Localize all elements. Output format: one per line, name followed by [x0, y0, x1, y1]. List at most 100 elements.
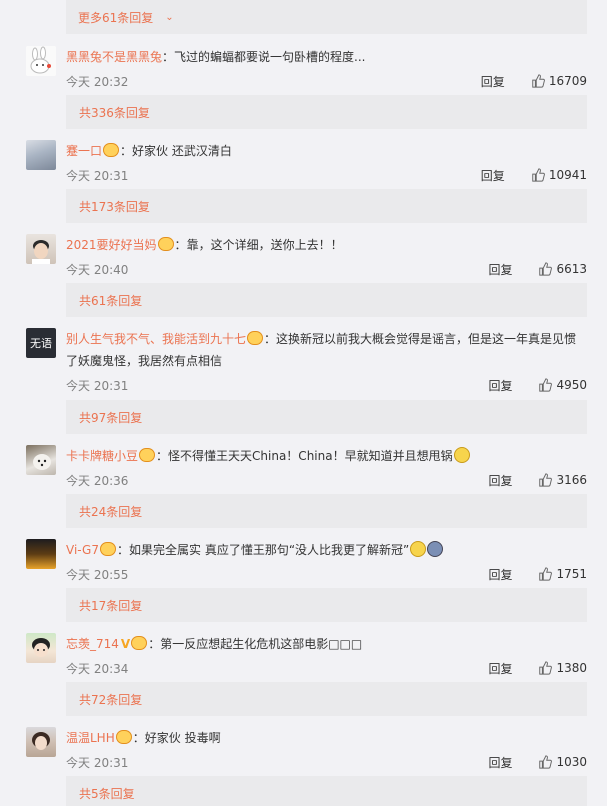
sub-replies-link[interactable]: 共17条回复 [66, 588, 587, 622]
comment-time: 今天 20:31 [66, 168, 129, 183]
comment-username[interactable]: 忘羡_714 [66, 637, 119, 651]
like-count: 3166 [556, 473, 587, 487]
reply-button[interactable]: 回复 [481, 167, 505, 184]
comment-time: 今天 20:36 [66, 473, 129, 488]
comment-content: Vi-G7 ：如果完全属实 真应了懂王那句“没人比我更了解新冠” [66, 539, 586, 561]
comment-time: 今天 20:31 [66, 755, 129, 770]
comment-text: 如果完全属实 真应了懂王那句“没人比我更了解新冠” [129, 543, 410, 557]
avatar[interactable]: 无语 [26, 328, 56, 358]
like-button[interactable]: 6613 [538, 262, 587, 276]
member-badge-icon [103, 143, 120, 157]
comment-separator: ： [148, 637, 161, 651]
comment-content: 2021要好好当妈 ：靠，这个详细，送你上去！！ [66, 234, 586, 256]
like-button[interactable]: 1030 [538, 755, 587, 769]
avatar[interactable] [26, 539, 56, 569]
comment-time: 今天 20:32 [66, 74, 129, 89]
comment-content: 温温LHH ：好家伙 投毒啊 [66, 727, 586, 749]
comment-text: 好家伙 投毒啊 [144, 731, 221, 745]
comment-item: 温温LHH ：好家伙 投毒啊 今天 20:31 回复 1030 共5条回复 [0, 717, 607, 806]
comment-username[interactable]: 温温LHH [66, 731, 115, 745]
like-button[interactable]: 1751 [538, 567, 587, 581]
comment-username[interactable]: 2021要好好当妈 [66, 238, 157, 252]
reply-button[interactable]: 回复 [488, 377, 512, 394]
sub-replies-link[interactable]: 共173条回复 [66, 189, 587, 223]
sub-replies-label: 共336条回复 [79, 105, 150, 120]
comment-text: 靠，这个详细，送你上去！！ [186, 238, 343, 252]
sub-replies-label: 共61条回复 [79, 293, 143, 308]
thumbs-up-icon [532, 168, 545, 182]
sub-replies-link[interactable]: 共24条回复 [66, 494, 587, 528]
comment-meta: 今天 20:36 回复 3166 [66, 469, 587, 491]
reply-button[interactable]: 回复 [481, 73, 505, 90]
comment-text: 飞过的蝙蝠都要说一句卧槽的程度... [174, 50, 366, 64]
like-button[interactable]: 10941 [531, 168, 587, 182]
comment-username[interactable]: 黑黑兔不是黑黑兔 [66, 50, 162, 64]
sub-replies-link[interactable]: 共61条回复 [66, 283, 587, 317]
avatar[interactable] [26, 234, 56, 264]
like-count: 4950 [556, 378, 587, 392]
comment-separator: ： [132, 731, 145, 745]
comment-item: 蹇一口 ：好家伙 还武汉清白 今天 20:31 回复 10941 共173条回复 [0, 130, 607, 224]
like-button[interactable]: 4950 [538, 378, 587, 392]
like-button[interactable]: 3166 [538, 473, 587, 487]
comment-separator: ： [156, 449, 169, 463]
comment-text: 怪不得懂王天天China！China！早就知道并且想甩锅 [168, 449, 453, 463]
comment-item: Vi-G7 ：如果完全属实 真应了懂王那句“没人比我更了解新冠” 今天 20:55… [0, 529, 607, 623]
reply-button[interactable]: 回复 [488, 660, 512, 677]
thumbs-up-icon [539, 567, 553, 581]
reply-button[interactable]: 回复 [488, 472, 512, 489]
reply-button[interactable]: 回复 [488, 566, 512, 583]
avatar[interactable] [26, 445, 56, 475]
comment-text: 好家伙 还武汉清白 [132, 144, 232, 158]
sub-replies-link[interactable]: 共97条回复 [66, 400, 587, 434]
like-count: 16709 [548, 74, 587, 88]
avatar[interactable] [26, 727, 56, 757]
comment-separator: ： [116, 543, 129, 557]
sub-replies-label: 共24条回复 [79, 504, 143, 519]
smile-emoji-icon [410, 541, 427, 557]
member-badge-icon [139, 448, 156, 462]
reply-button[interactable]: 回复 [488, 261, 512, 278]
sub-replies-link[interactable]: 共336条回复 [66, 95, 587, 129]
comment-item: 卡卡牌糖小豆 ：怪不得懂王天天China！China！早就知道并且想甩锅 今天 2… [0, 435, 607, 529]
like-count: 1751 [556, 567, 587, 581]
sub-replies-label: 共72条回复 [79, 692, 143, 707]
comment-meta: 今天 20:32 回复 16709 [66, 70, 587, 92]
comment-username[interactable]: 卡卡牌糖小豆 [66, 449, 138, 463]
top-more-replies: 更多61条回复 ⌄ [0, 0, 607, 36]
more-replies-link[interactable]: 更多61条回复 ⌄ [66, 0, 587, 34]
comment-meta: 今天 20:40 回复 6613 [66, 258, 587, 280]
like-button[interactable]: 16709 [531, 74, 587, 88]
comment-time: 今天 20:31 [66, 378, 129, 393]
comment-time: 今天 20:55 [66, 567, 129, 582]
comment-username[interactable]: 别人生气我不气、我能活到九十七 [66, 332, 246, 346]
sub-replies-link[interactable]: 共5条回复 [66, 776, 587, 806]
member-badge-icon [99, 542, 116, 556]
reply-button[interactable]: 回复 [488, 754, 512, 771]
avatar[interactable] [26, 140, 56, 170]
member-badge-icon [131, 636, 148, 650]
comment-item: 无语 别人生气我不气、我能活到九十七 ：这换新冠以前我大概会觉得是谣言，但是这一年… [0, 318, 607, 435]
avatar[interactable] [26, 46, 56, 76]
comment-separator: ： [264, 332, 277, 346]
like-button[interactable]: 1380 [538, 661, 587, 675]
chevron-down-icon: ⌄ [165, 11, 174, 23]
thumbs-up-icon [532, 74, 545, 88]
sub-replies-label: 共17条回复 [79, 598, 143, 613]
like-count: 10941 [548, 168, 587, 182]
thumbs-up-icon [539, 755, 553, 769]
avatar[interactable] [26, 633, 56, 663]
more-replies-label: 更多61条回复 [78, 10, 154, 25]
like-count: 1030 [556, 755, 587, 769]
comment-meta: 今天 20:55 回复 1751 [66, 563, 587, 585]
comment-separator: ： [174, 238, 187, 252]
like-count: 1380 [556, 661, 587, 675]
thumbs-up-icon [539, 262, 553, 276]
comment-meta: 今天 20:34 回复 1380 [66, 657, 587, 679]
comment-meta: 今天 20:31 回复 4950 [66, 374, 587, 396]
member-badge-icon [247, 331, 264, 345]
verified-v-icon: V [120, 637, 131, 651]
comment-username[interactable]: Vi-G7 [66, 543, 99, 557]
sub-replies-link[interactable]: 共72条回复 [66, 682, 587, 716]
comment-username[interactable]: 蹇一口 [66, 144, 102, 158]
